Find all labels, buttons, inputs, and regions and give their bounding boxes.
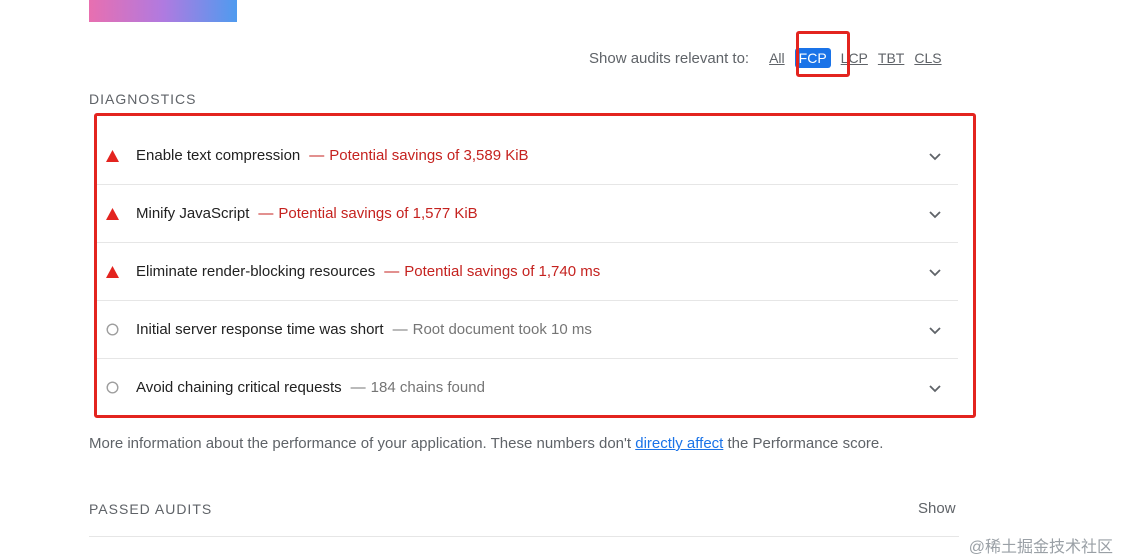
divider: [89, 536, 959, 537]
chevron-down-icon[interactable]: [928, 381, 942, 395]
warning-triangle-icon: [105, 265, 119, 279]
audit-dash: —: [258, 205, 274, 222]
audit-title: Initial server response time was short: [136, 321, 384, 338]
info-circle-icon: [105, 381, 119, 395]
info-circle-icon: [105, 323, 119, 337]
lighthouse-report: Show audits relevant to: All FCP LCP TBT…: [0, 0, 1121, 560]
audit-title: Avoid chaining critical requests: [136, 379, 342, 396]
watermark: @稀土掘金技术社区: [968, 539, 1113, 556]
audit-row-text-compression[interactable]: Enable text compression — Potential savi…: [97, 127, 958, 185]
audit-dash: —: [384, 263, 400, 280]
audit-dash: —: [350, 379, 366, 396]
audit-detail: Root document took 10 ms: [412, 321, 592, 338]
diagnostics-description: More information about the performance o…: [89, 435, 883, 452]
filter-tbt-link[interactable]: TBT: [878, 50, 904, 66]
chevron-down-icon[interactable]: [928, 207, 942, 221]
show-passed-audits-button[interactable]: Show: [918, 500, 956, 517]
audit-dash: —: [392, 321, 408, 338]
filter-all-link[interactable]: All: [769, 50, 785, 66]
audit-title: Eliminate render-blocking resources: [136, 263, 376, 280]
audit-detail: Potential savings of 3,589 KiB: [329, 147, 529, 164]
audit-row-minify-js[interactable]: Minify JavaScript — Potential savings of…: [97, 185, 958, 243]
audit-row-critical-requests[interactable]: Avoid chaining critical requests — 184 c…: [97, 359, 958, 416]
warning-triangle-icon: [105, 207, 119, 221]
audit-detail: Potential savings of 1,740 ms: [404, 263, 601, 280]
audit-dash: —: [309, 147, 325, 164]
warning-triangle-icon: [105, 149, 119, 163]
diagnostics-list: Enable text compression — Potential savi…: [97, 127, 958, 416]
chevron-down-icon[interactable]: [928, 149, 942, 163]
description-text: More information about the performance o…: [89, 435, 636, 452]
audit-row-server-response[interactable]: Initial server response time was short —…: [97, 301, 958, 359]
audit-filter-bar: Show audits relevant to: All FCP LCP TBT…: [589, 48, 952, 68]
chevron-down-icon[interactable]: [928, 323, 942, 337]
filter-cls-link[interactable]: CLS: [914, 50, 941, 66]
directly-affect-link[interactable]: directly affect: [635, 435, 723, 452]
diagnostics-title: DIAGNOSTICS: [89, 91, 197, 107]
audit-title: Enable text compression: [136, 147, 301, 164]
screenshot-thumbnail: [89, 0, 237, 22]
description-text-end: the Performance score.: [723, 435, 884, 452]
filter-label: Show audits relevant to:: [589, 49, 750, 67]
audit-row-render-blocking[interactable]: Eliminate render-blocking resources — Po…: [97, 243, 958, 301]
audit-title: Minify JavaScript: [136, 205, 250, 222]
audit-detail: Potential savings of 1,577 KiB: [278, 205, 478, 222]
fcp-highlight-box: [796, 31, 850, 77]
chevron-down-icon[interactable]: [928, 265, 942, 279]
passed-audits-title: PASSED AUDITS: [89, 501, 213, 517]
audit-detail: 184 chains found: [370, 379, 485, 396]
